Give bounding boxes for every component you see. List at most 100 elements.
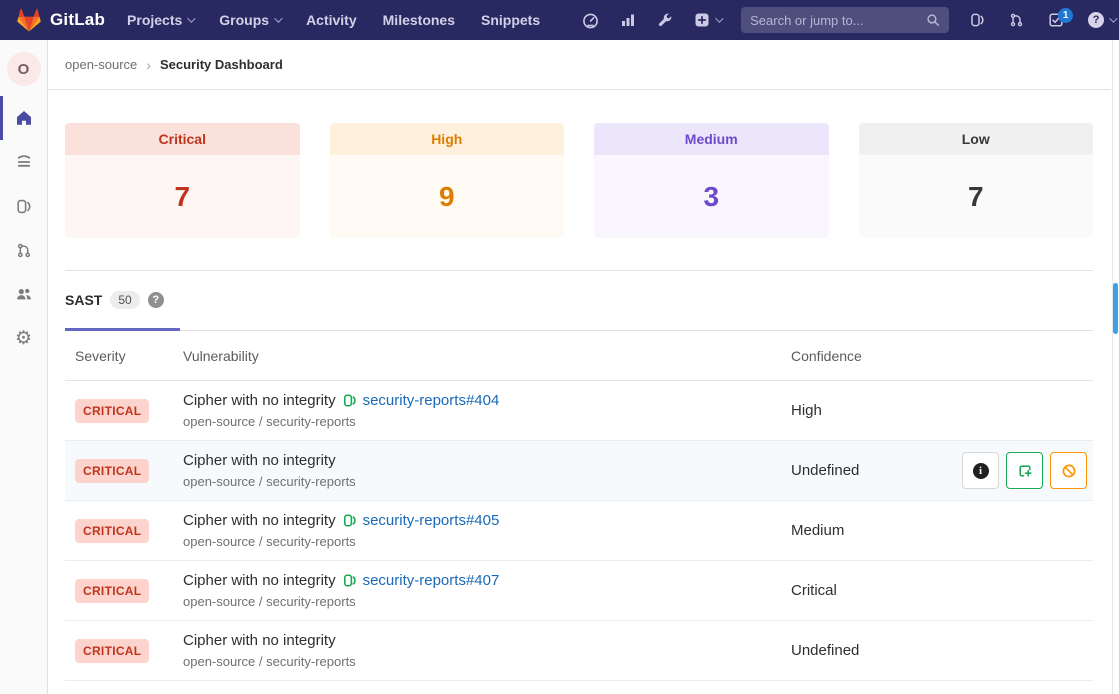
card-count: 3 [703, 181, 719, 213]
card-label: High [431, 131, 462, 147]
epics-icon [15, 153, 33, 171]
search-input[interactable] [750, 13, 926, 28]
severity-summary: Critical 7 High 9 Medium 3 Low 7 [65, 123, 1093, 238]
nav-activity[interactable]: Activity [306, 12, 357, 28]
sidebar-item-settings[interactable]: ⚙ [0, 316, 47, 360]
todo-count-badge: 1 [1058, 8, 1073, 23]
help-icon: ? [1088, 12, 1104, 28]
navbar-links: Projects Groups Activity Milestones Snip… [127, 12, 540, 28]
severity-badge: CRITICAL [75, 459, 149, 483]
vulnerability-row[interactable]: CRITICAL Cipher with no integrity securi… [65, 381, 1093, 441]
card-low: Low 7 [859, 123, 1094, 238]
tab-help-icon[interactable]: ? [148, 292, 164, 308]
info-icon: i [973, 463, 989, 479]
charts-icon[interactable] [620, 12, 636, 28]
scrollbar-track [1112, 40, 1119, 694]
gitlab-logo[interactable]: GitLab [16, 8, 105, 33]
nav-milestones[interactable]: Milestones [383, 12, 455, 28]
confidence-value: Medium [791, 522, 844, 539]
brand-name: GitLab [50, 10, 105, 30]
new-menu-icon[interactable] [694, 12, 721, 28]
vulnerability-row[interactable]: CRITICAL Cipher with no integrity securi… [65, 501, 1093, 561]
table-header: Severity Vulnerability Confidence [65, 331, 1093, 381]
issue-link[interactable]: security-reports#404 [363, 392, 500, 409]
issue-icon [342, 573, 357, 588]
sidebar-item-members[interactable] [0, 272, 47, 316]
breadcrumb-separator: › [146, 57, 151, 73]
severity-badge: CRITICAL [75, 639, 149, 663]
severity-badge: CRITICAL [75, 399, 149, 423]
dashboard-gauge-icon[interactable] [582, 12, 599, 29]
chevron-down-icon [715, 14, 723, 22]
col-vulnerability: Vulnerability [173, 348, 781, 364]
chevron-down-icon [187, 14, 195, 22]
merge-request-icon[interactable] [1009, 12, 1024, 28]
left-sidebar: O [0, 40, 48, 694]
issues-icon[interactable] [969, 12, 985, 28]
vulnerability-title: Cipher with no integrity [183, 512, 336, 529]
breadcrumb: open-source › Security Dashboard [48, 40, 1111, 90]
sidebar-item-issues[interactable] [0, 184, 47, 228]
confidence-value: Undefined [791, 642, 859, 659]
chevron-down-icon [1109, 14, 1117, 22]
navbar-left-icons [582, 12, 721, 29]
search-box[interactable] [741, 7, 949, 33]
issue-link[interactable]: security-reports#407 [363, 572, 500, 589]
issue-icon [342, 513, 357, 528]
card-count: 7 [968, 181, 984, 213]
issues-icon [15, 198, 32, 215]
issue-icon [342, 393, 357, 408]
page-title: Security Dashboard [160, 57, 283, 72]
chevron-down-icon [274, 14, 282, 22]
vulnerability-row[interactable]: CRITICAL Cipher with no integrity open-s… [65, 441, 1093, 501]
card-medium: Medium 3 [594, 123, 829, 238]
card-count: 7 [174, 181, 190, 213]
merge-request-icon [16, 242, 32, 259]
home-icon [15, 109, 33, 127]
nav-projects[interactable]: Projects [127, 12, 193, 28]
scrollbar-thumb[interactable] [1113, 283, 1118, 334]
top-navbar: GitLab Projects Groups Activity Mileston… [0, 0, 1119, 40]
vulnerability-title: Cipher with no integrity [183, 572, 336, 589]
dismiss-button[interactable] [1050, 452, 1087, 489]
create-issue-icon [1017, 463, 1033, 479]
tab-sast[interactable]: SAST 50 ? [65, 271, 180, 331]
nav-groups[interactable]: Groups [219, 12, 280, 28]
search-icon [926, 13, 940, 27]
breadcrumb-group-link[interactable]: open-source [65, 57, 137, 72]
card-label: Low [962, 131, 990, 147]
gear-icon: ⚙ [15, 329, 32, 348]
project-namespace: open-source / security-reports [183, 534, 781, 549]
project-namespace: open-source / security-reports [183, 474, 781, 489]
severity-badge: CRITICAL [75, 519, 149, 543]
sidebar-item-merge-requests[interactable] [0, 228, 47, 272]
vulnerability-row[interactable]: CRITICAL Cipher with no integrity open-s… [65, 621, 1093, 681]
tanuki-icon [16, 8, 42, 33]
row-actions: i [962, 452, 1087, 489]
todos-icon[interactable]: 1 [1048, 12, 1064, 28]
project-namespace: open-source / security-reports [183, 594, 781, 609]
col-severity: Severity [65, 348, 173, 364]
vulnerability-title: Cipher with no integrity [183, 452, 336, 469]
group-avatar[interactable]: O [7, 52, 41, 86]
report-tabs: SAST 50 ? [65, 271, 1093, 331]
card-count: 9 [439, 181, 455, 213]
navbar-right-icons: 1 ? [969, 12, 1115, 28]
project-namespace: open-source / security-reports [183, 654, 781, 669]
issue-link[interactable]: security-reports#405 [363, 512, 500, 529]
vulnerability-row[interactable]: CRITICAL Cipher with no integrity securi… [65, 561, 1093, 621]
sidebar-item-overview[interactable] [0, 96, 47, 140]
create-issue-button[interactable] [1006, 452, 1043, 489]
col-confidence: Confidence [781, 348, 1093, 364]
confidence-value: High [791, 402, 822, 419]
sidebar-item-epics[interactable] [0, 140, 47, 184]
sast-count-badge: 50 [110, 291, 139, 309]
security-dashboard-content: Critical 7 High 9 Medium 3 Low 7 SAST 50… [48, 90, 1111, 681]
nav-snippets[interactable]: Snippets [481, 12, 540, 28]
card-critical: Critical 7 [65, 123, 300, 238]
help-menu[interactable]: ? [1088, 12, 1115, 28]
admin-wrench-icon[interactable] [657, 12, 673, 28]
severity-badge: CRITICAL [75, 579, 149, 603]
confidence-value: Critical [791, 582, 837, 599]
more-info-button[interactable]: i [962, 452, 999, 489]
